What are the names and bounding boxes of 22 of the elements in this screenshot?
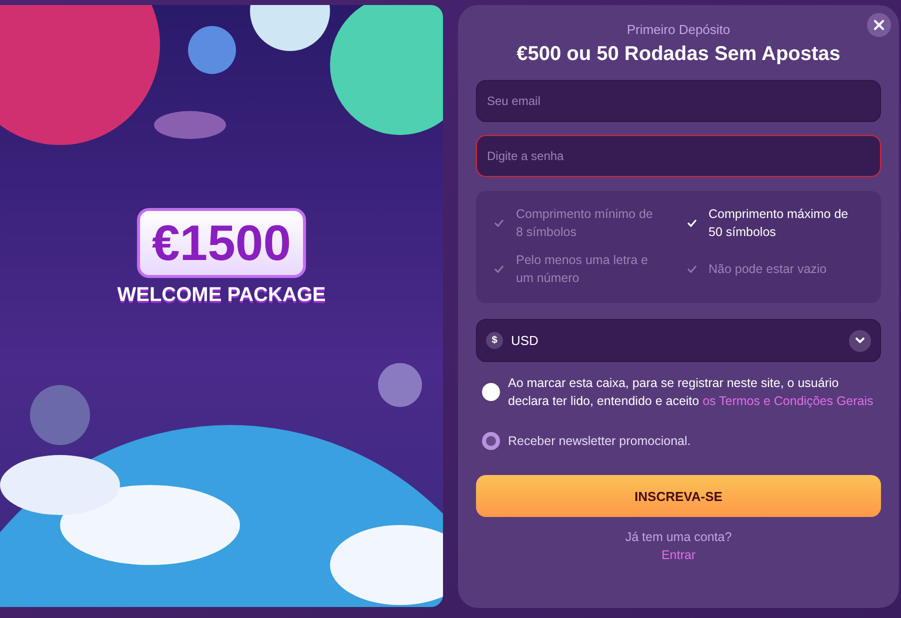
currency-value: USD — [511, 333, 540, 348]
bonus-caption: WELCOME PACKAGE — [117, 284, 326, 307]
newsletter-checkbox[interactable] — [482, 432, 500, 450]
currency-symbol: $ — [486, 332, 503, 349]
terms-checkbox[interactable] — [482, 383, 500, 401]
offer-title: €500 ou 50 Rodadas Sem Apostas — [516, 43, 842, 66]
chevron-down-icon — [849, 330, 871, 352]
requirement-text: Não pode estar vazio — [708, 261, 827, 278]
close-icon — [874, 20, 884, 30]
currency-select[interactable]: $ USD — [476, 319, 881, 362]
bonus-amount: €1500 — [136, 208, 306, 278]
newsletter-label: Receber newsletter promocional. — [508, 434, 691, 448]
login-prompt: Já tem uma conta? — [624, 530, 733, 544]
requirement-text: Comprimento máximo de 50 símbolos — [708, 206, 849, 241]
input-field[interactable]: Seu email — [476, 80, 881, 122]
signup-button[interactable]: INSCREVA-SE — [476, 475, 881, 517]
subtitle: Primeiro Depósito — [626, 22, 730, 37]
close-button[interactable] — [867, 13, 891, 37]
requirement-text: Comprimento mínimo de 8 símbolos — [516, 206, 654, 241]
input-field[interactable]: Digite a senha — [476, 135, 881, 177]
requirement-text: Pelo menos uma letra e um número — [516, 252, 650, 287]
terms-text: Ao marcar esta caixa, para se registrar neste site, o usuário declara ter lido, entendido e aceito os Termos e Condições Gerais — [508, 375, 874, 410]
